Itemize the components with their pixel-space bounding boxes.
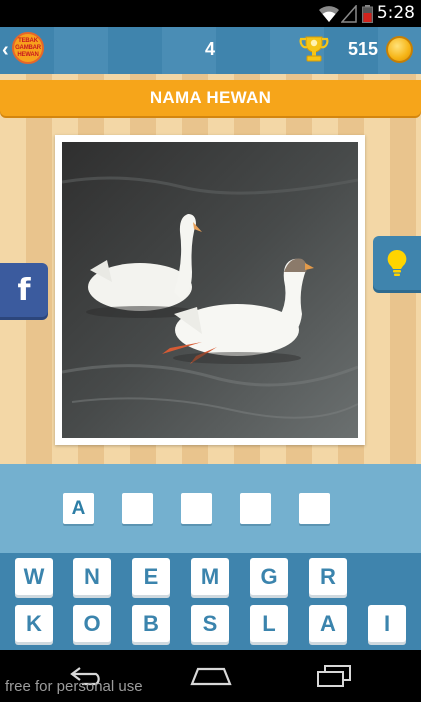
letter-key[interactable]: W [15,558,53,595]
status-bar: 5:28 [0,0,421,27]
coin-icon[interactable] [386,36,413,63]
hint-button[interactable] [373,236,421,290]
letter-key[interactable]: O [73,605,111,642]
answer-slot[interactable] [181,493,212,524]
letter-key[interactable]: E [132,558,170,595]
letter-key[interactable]: K [15,605,53,642]
letter-key[interactable]: B [132,605,170,642]
facebook-share-button[interactable]: f [0,263,48,317]
battery-low-icon [362,5,373,23]
category-title: NAMA HEWAN [149,88,272,107]
answer-slot[interactable] [122,493,153,524]
system-nav-bar: free for personal use [0,650,421,702]
letter-key[interactable]: S [191,605,229,642]
letter-key[interactable]: G [250,558,288,595]
clock: 5:28 [376,3,415,23]
question-photo-frame [55,135,365,445]
letter-key[interactable]: R [309,558,347,595]
lightbulb-icon [387,249,407,276]
chevron-left-icon[interactable]: ‹ [2,39,9,62]
trophy-icon[interactable] [299,35,329,63]
recents-nav-icon[interactable] [315,664,353,688]
coin-count: 515 [348,39,379,59]
letter-key[interactable]: M [191,558,229,595]
question-board: NAMA HEWAN f [0,74,421,464]
letter-key[interactable]: L [250,605,288,642]
app-logo[interactable]: TEBAK GAMBAR HEWAN [12,32,44,64]
level-number: 4 [204,39,215,59]
signal-icon [341,5,357,23]
watermark-text: free for personal use [5,678,143,695]
answer-area: A [0,464,421,553]
category-title-bar: NAMA HEWAN [0,80,421,116]
facebook-icon: f [17,272,31,308]
question-photo [62,142,358,438]
answer-slot[interactable]: A [63,493,94,524]
geese-illustration [62,142,358,438]
letter-key[interactable]: I [368,605,406,642]
letter-key[interactable]: N [73,558,111,595]
wifi-icon [319,6,339,22]
app-header: ‹ TEBAK GAMBAR HEWAN 4 515 [0,27,421,74]
letter-key[interactable]: A [309,605,347,642]
answer-slot[interactable] [299,493,330,524]
home-nav-icon[interactable] [190,664,232,686]
answer-slot[interactable] [240,493,271,524]
letter-keyboard: W N E M G R K O B S L A I [0,553,421,650]
